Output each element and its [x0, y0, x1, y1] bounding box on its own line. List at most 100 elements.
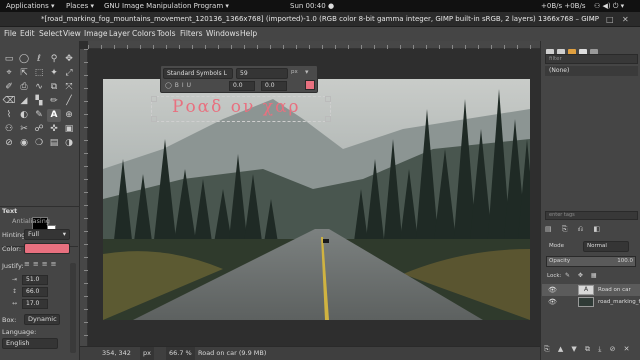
- layer-row-image[interactable]: 👁 road_marking_f: [542, 296, 640, 308]
- lock-buttons[interactable]: ✎ ✥ ▦: [565, 272, 600, 279]
- zoom-select[interactable]: 66.7 %: [166, 347, 195, 360]
- perspective-tool-icon[interactable]: ⎙: [17, 81, 31, 94]
- text-color-button[interactable]: [24, 243, 70, 254]
- tags-input[interactable]: enter tags: [545, 211, 638, 220]
- kerning-field[interactable]: 0.0: [261, 81, 287, 91]
- visibility-eye-icon[interactable]: 👁: [548, 284, 557, 296]
- font-unit[interactable]: px: [291, 69, 298, 75]
- menu-layer[interactable]: Layer: [109, 27, 130, 41]
- ink-tool-icon[interactable]: ✎: [32, 109, 46, 122]
- justify-left-icon[interactable]: ≡: [24, 260, 33, 268]
- visibility-eye-icon[interactable]: 👁: [548, 296, 557, 308]
- free-select-tool-icon[interactable]: ℓ: [32, 53, 46, 66]
- flip-tool-icon[interactable]: ⧉: [47, 81, 61, 94]
- justify-right-icon[interactable]: ≡: [33, 260, 42, 268]
- menu-file[interactable]: File: [4, 27, 17, 41]
- text-tool-icon[interactable]: A: [47, 109, 61, 122]
- menu-image[interactable]: Image: [84, 27, 108, 41]
- system-status-icons[interactable]: ⚇ ◀) ⏻ ▾: [594, 0, 624, 12]
- underline-icon[interactable]: U: [187, 82, 194, 89]
- menu-edit[interactable]: Edit: [20, 27, 35, 41]
- menu-select[interactable]: Select: [39, 27, 62, 41]
- line-spacing-field[interactable]: 66.0: [22, 287, 48, 297]
- font-size-field[interactable]: 59: [236, 68, 288, 79]
- layer-actions-bar[interactable]: ⎘ ▲ ▼ ⧉ ⤓ ⊘ ✕: [544, 345, 633, 354]
- color-select-tool-icon[interactable]: ⌖: [2, 67, 16, 80]
- bold-icon[interactable]: B: [175, 82, 182, 89]
- crop-tool-icon[interactable]: ⬚: [32, 67, 46, 80]
- applications-menu[interactable]: Applications ▾: [6, 0, 55, 12]
- gradient-tool-icon[interactable]: ▚: [32, 95, 46, 108]
- ellipse-select-tool-icon[interactable]: ◯: [17, 53, 31, 66]
- paths-tool-icon[interactable]: ☍: [32, 123, 46, 136]
- airbrush-tool-icon[interactable]: ⌇: [2, 109, 16, 122]
- cage-tool-icon[interactable]: ⤧: [62, 81, 76, 94]
- font-field[interactable]: Standard Symbols L: [163, 68, 233, 79]
- shear-tool-icon[interactable]: ✐: [2, 81, 16, 94]
- letter-spacing-field[interactable]: 17.0: [22, 299, 48, 309]
- status-unit-select[interactable]: px: [140, 347, 154, 360]
- mode-dropdown[interactable]: Normal: [583, 241, 629, 252]
- layer-name[interactable]: Road on car: [598, 284, 631, 296]
- scale-tool-icon[interactable]: ⤢: [62, 67, 76, 80]
- rect-select-tool-icon[interactable]: ▭: [2, 53, 16, 66]
- measure-tool-icon[interactable]: ✜: [47, 123, 61, 136]
- scissors-tool-icon[interactable]: ✂: [17, 123, 31, 136]
- antialiasing-checkbox[interactable]: Antialiasing: [12, 217, 50, 225]
- blur-tool-icon[interactable]: ◉: [17, 137, 31, 150]
- menu-colors[interactable]: Colors: [132, 27, 156, 41]
- menu-windows[interactable]: Windows: [206, 27, 239, 41]
- text-layer-content[interactable]: Ροαδ ον χαρ: [172, 97, 301, 117]
- dodge-burn-tool-icon[interactable]: ◐: [17, 109, 31, 122]
- fuzzy-select-tool-icon[interactable]: ⚲: [47, 53, 61, 66]
- pencil-tool-icon[interactable]: ✏: [47, 95, 61, 108]
- tool-options-scrollbar[interactable]: [70, 263, 76, 353]
- clear-style-icon[interactable]: ◯: [165, 82, 175, 89]
- align-tool-icon[interactable]: ⇱: [17, 67, 31, 80]
- eraser-tool-icon[interactable]: ⌫: [2, 95, 16, 108]
- maximize-button[interactable]: □: [606, 12, 614, 27]
- bucket-fill-tool-icon[interactable]: ◢: [17, 95, 31, 108]
- resize-handle-bl[interactable]: [151, 116, 157, 122]
- justify-buttons[interactable]: ≡≡≡≡: [24, 260, 70, 271]
- hinting-dropdown[interactable]: Full ▾: [24, 229, 70, 240]
- resource-list-item[interactable]: (None): [545, 66, 638, 76]
- warp-tool-icon[interactable]: ∿: [32, 81, 46, 94]
- menu-help[interactable]: Help: [240, 27, 257, 41]
- language-field[interactable]: English: [2, 338, 58, 349]
- indent-field[interactable]: 51.0: [22, 275, 48, 285]
- menu-view[interactable]: View: [63, 27, 81, 41]
- rotate-tool-icon[interactable]: ✦: [47, 67, 61, 80]
- paintbrush-tool-icon[interactable]: ╱: [62, 95, 76, 108]
- menu-tools[interactable]: Tools: [157, 27, 175, 41]
- clock[interactable]: Sun 00:40 ●: [290, 0, 334, 12]
- resize-handle-tl[interactable]: [151, 96, 157, 102]
- gimp-app-menu[interactable]: GNU Image Manipulation Program ▾: [104, 0, 229, 12]
- color-picker-tool-icon[interactable]: ▤: [47, 137, 61, 150]
- move-tool-icon[interactable]: ✥: [62, 53, 76, 66]
- mypaint-brush-tool-icon[interactable]: ◑: [62, 137, 76, 150]
- close-button[interactable]: ✕: [622, 12, 629, 27]
- layer-row-text[interactable]: 👁 A Road on car: [542, 284, 640, 296]
- clone-tool-icon[interactable]: ⚇: [2, 123, 16, 136]
- brushes-filter-input[interactable]: filter: [545, 54, 638, 64]
- resize-handle-br[interactable]: [325, 116, 331, 122]
- opacity-slider[interactable]: Opacity 100.0: [546, 256, 636, 267]
- foreground-select-tool-icon[interactable]: ▣: [62, 123, 76, 136]
- text-color-swatch[interactable]: [305, 80, 315, 90]
- layer-name[interactable]: road_marking_f: [598, 296, 640, 308]
- baseline-offset-field[interactable]: 0.0: [229, 81, 255, 91]
- text-style-buttons[interactable]: ◯BIU: [165, 82, 194, 89]
- places-menu[interactable]: Places ▾: [66, 0, 94, 12]
- heal-tool-icon[interactable]: ⊘: [2, 137, 16, 150]
- layers-dock-tabs[interactable]: ▤ ⎘ ⎌ ◧: [545, 225, 604, 234]
- justify-center-icon[interactable]: ≡: [42, 260, 51, 268]
- unit-chevron-down-icon[interactable]: ▾: [305, 68, 309, 76]
- zoom-tool-icon[interactable]: ⊕: [62, 109, 76, 122]
- minimize-button[interactable]: –: [590, 12, 594, 27]
- smudge-tool-icon[interactable]: ❍: [32, 137, 46, 150]
- justify-fill-icon[interactable]: ≡: [51, 260, 60, 268]
- resize-handle-tr[interactable]: [325, 96, 331, 102]
- box-mode-dropdown[interactable]: Dynamic: [24, 314, 60, 325]
- menu-filters[interactable]: Filters: [180, 27, 202, 41]
